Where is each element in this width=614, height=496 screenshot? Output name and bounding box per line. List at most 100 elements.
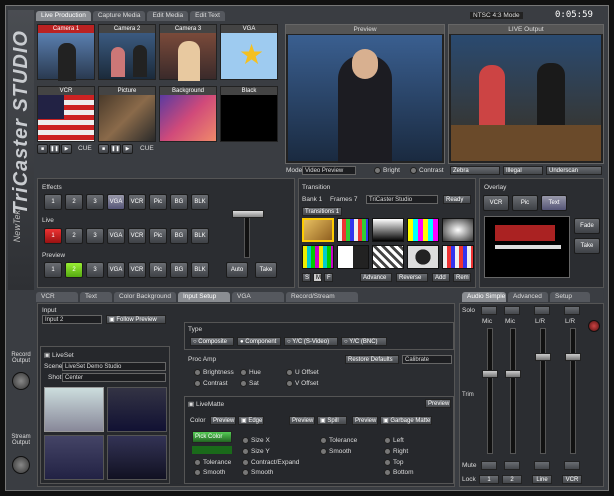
record-button[interactable]	[12, 372, 30, 390]
transition-thumb[interactable]	[372, 218, 404, 242]
preview-mode-select[interactable]: Video Preview	[302, 166, 356, 175]
transition-thumb[interactable]	[442, 218, 474, 242]
preview-bus-button-5[interactable]: VCR	[128, 262, 146, 278]
zebra-button[interactable]: Zebra	[450, 166, 500, 175]
liveset-toggle[interactable]: ▣ LiveSet	[44, 351, 74, 359]
advance-button[interactable]: Advance	[360, 273, 392, 282]
edge-preview-button[interactable]: Preview	[289, 416, 315, 425]
t-bar-handle[interactable]	[232, 210, 264, 218]
spill-toggle[interactable]: ▣ Spill	[317, 416, 347, 425]
live-bus-button-7[interactable]: BG	[170, 228, 188, 244]
master-knob[interactable]	[588, 320, 600, 332]
follow-preview-toggle[interactable]: ▣ Follow Preview	[106, 315, 166, 324]
tab-text[interactable]: Text	[80, 292, 112, 302]
transition-thumb[interactable]	[407, 245, 439, 269]
ready-button[interactable]: Ready	[443, 195, 471, 204]
tolerance-knob[interactable]: Tolerance	[194, 459, 231, 466]
vcr-stop-button[interactable]: ■	[37, 144, 48, 154]
livematte-preview-button[interactable]: Preview	[425, 399, 451, 408]
left-knob[interactable]: Left	[384, 437, 404, 444]
contrast-control[interactable]: Contrast	[410, 167, 444, 174]
live-bus-button-1[interactable]: 1	[44, 228, 62, 244]
effects-bus-button-6[interactable]: Pic	[149, 194, 167, 210]
shot-select[interactable]: Center	[62, 373, 166, 382]
take-button[interactable]: Take	[255, 262, 277, 278]
preview-bus-button-1[interactable]: 1	[44, 262, 62, 278]
right-knob[interactable]: Right	[384, 448, 408, 455]
picture-stop-button[interactable]: ■	[98, 144, 109, 154]
source-vga[interactable]: VGA ★	[220, 24, 278, 80]
shot-thumb-left[interactable]	[44, 435, 104, 480]
tab-vga[interactable]: VGA	[232, 292, 284, 302]
size-y-knob[interactable]: Size Y	[242, 448, 270, 455]
input-select-button[interactable]: Line	[532, 475, 552, 484]
brightness-knob[interactable]: Brightness	[194, 369, 234, 376]
bottom-knob[interactable]: Bottom	[384, 469, 414, 476]
type-composite-radio[interactable]: ○ Composite	[190, 337, 234, 346]
v-offset-knob[interactable]: V Offset	[286, 380, 318, 387]
input-select-button[interactable]: 2	[502, 475, 522, 484]
input-select[interactable]: Input 2	[42, 315, 102, 324]
effects-bus-button-7[interactable]: BG	[170, 194, 188, 210]
audio-fader-knob[interactable]	[482, 370, 498, 379]
smooth-knob[interactable]: Smooth	[194, 469, 225, 476]
live-bus-button-2[interactable]: 2	[65, 228, 83, 244]
overlay-take-button[interactable]: Take	[574, 238, 600, 254]
live-bus-button-8[interactable]: BLK	[191, 228, 209, 244]
bright-control[interactable]: Bright	[374, 167, 400, 174]
speed-m-button[interactable]: M	[313, 273, 322, 282]
input-select-button[interactable]: VCR	[562, 475, 582, 484]
transition-thumb[interactable]	[302, 245, 334, 269]
tab-edit-media[interactable]: Edit Media	[147, 11, 189, 21]
audio-fader-knob[interactable]	[505, 370, 521, 379]
garbage-matte-toggle[interactable]: ▣ Garbage Matte	[380, 416, 432, 425]
stream-button[interactable]	[12, 456, 30, 474]
scene-select[interactable]: LiveSet Demo Studio	[62, 362, 166, 371]
tab-audio-setup[interactable]: Setup	[550, 292, 590, 302]
auto-button[interactable]: Auto	[226, 262, 248, 278]
solo-button[interactable]	[564, 306, 580, 315]
effects-bus-button-3[interactable]: 3	[86, 194, 104, 210]
transition-thumb[interactable]	[442, 245, 474, 269]
transition-thumb[interactable]	[337, 245, 369, 269]
preview-bus-button-3[interactable]: 3	[86, 262, 104, 278]
tab-capture-media[interactable]: Capture Media	[92, 11, 146, 21]
mute-button[interactable]	[504, 461, 520, 470]
spill-smooth-knob[interactable]: Smooth	[320, 448, 351, 455]
preview-bus-button-7[interactable]: BG	[170, 262, 188, 278]
reverse-button[interactable]: Reverse	[396, 273, 428, 282]
source-picture[interactable]: Picture	[98, 86, 156, 142]
overlay-pic-button[interactable]: Pic	[512, 195, 538, 211]
type-component-radio[interactable]: ● Component	[237, 337, 281, 346]
effects-bus-button-1[interactable]: 1	[44, 194, 62, 210]
tab-input-setup[interactable]: Input Setup	[178, 292, 230, 302]
source-background[interactable]: Background	[159, 86, 217, 142]
live-bus-button-4[interactable]: VGA	[107, 228, 125, 244]
tab-audio-simple[interactable]: Audio Simple	[462, 292, 506, 302]
shot-thumb-right[interactable]	[107, 435, 167, 480]
vcr-pause-button[interactable]: ❚❚	[49, 144, 60, 154]
edge-toggle[interactable]: ▣ Edge	[238, 416, 264, 425]
shot-thumb-center[interactable]	[44, 387, 104, 432]
preview-bus-button-8[interactable]: BLK	[191, 262, 209, 278]
spill-tolerance-knob[interactable]: Tolerance	[320, 437, 357, 444]
top-knob[interactable]: Top	[384, 459, 403, 466]
tab-edit-text[interactable]: Edit Text	[190, 11, 225, 21]
source-camera-3[interactable]: Camera 3	[159, 24, 217, 81]
contrast-knob[interactable]: Contrast	[194, 380, 228, 387]
transition-preset-select[interactable]: TriCaster Studio	[366, 195, 438, 204]
input-select-button[interactable]: 1	[479, 475, 499, 484]
size-x-knob[interactable]: Size X	[242, 437, 270, 444]
tab-record-stream[interactable]: Record/Stream	[286, 292, 358, 302]
preview-bus-button-4[interactable]: VGA	[107, 262, 125, 278]
source-camera-1[interactable]: Camera 1	[37, 24, 95, 81]
solo-button[interactable]	[534, 306, 550, 315]
speed-f-button[interactable]: F	[324, 273, 333, 282]
preview-bus-button-6[interactable]: Pic	[149, 262, 167, 278]
mute-button[interactable]	[481, 461, 497, 470]
sat-knob[interactable]: Sat	[240, 380, 259, 387]
effects-bus-button-4[interactable]: VGA	[107, 194, 125, 210]
overlay-text-button[interactable]: Text	[541, 195, 567, 211]
tab-live-production[interactable]: Live Production	[36, 11, 91, 21]
source-camera-2[interactable]: Camera 2	[98, 24, 156, 80]
